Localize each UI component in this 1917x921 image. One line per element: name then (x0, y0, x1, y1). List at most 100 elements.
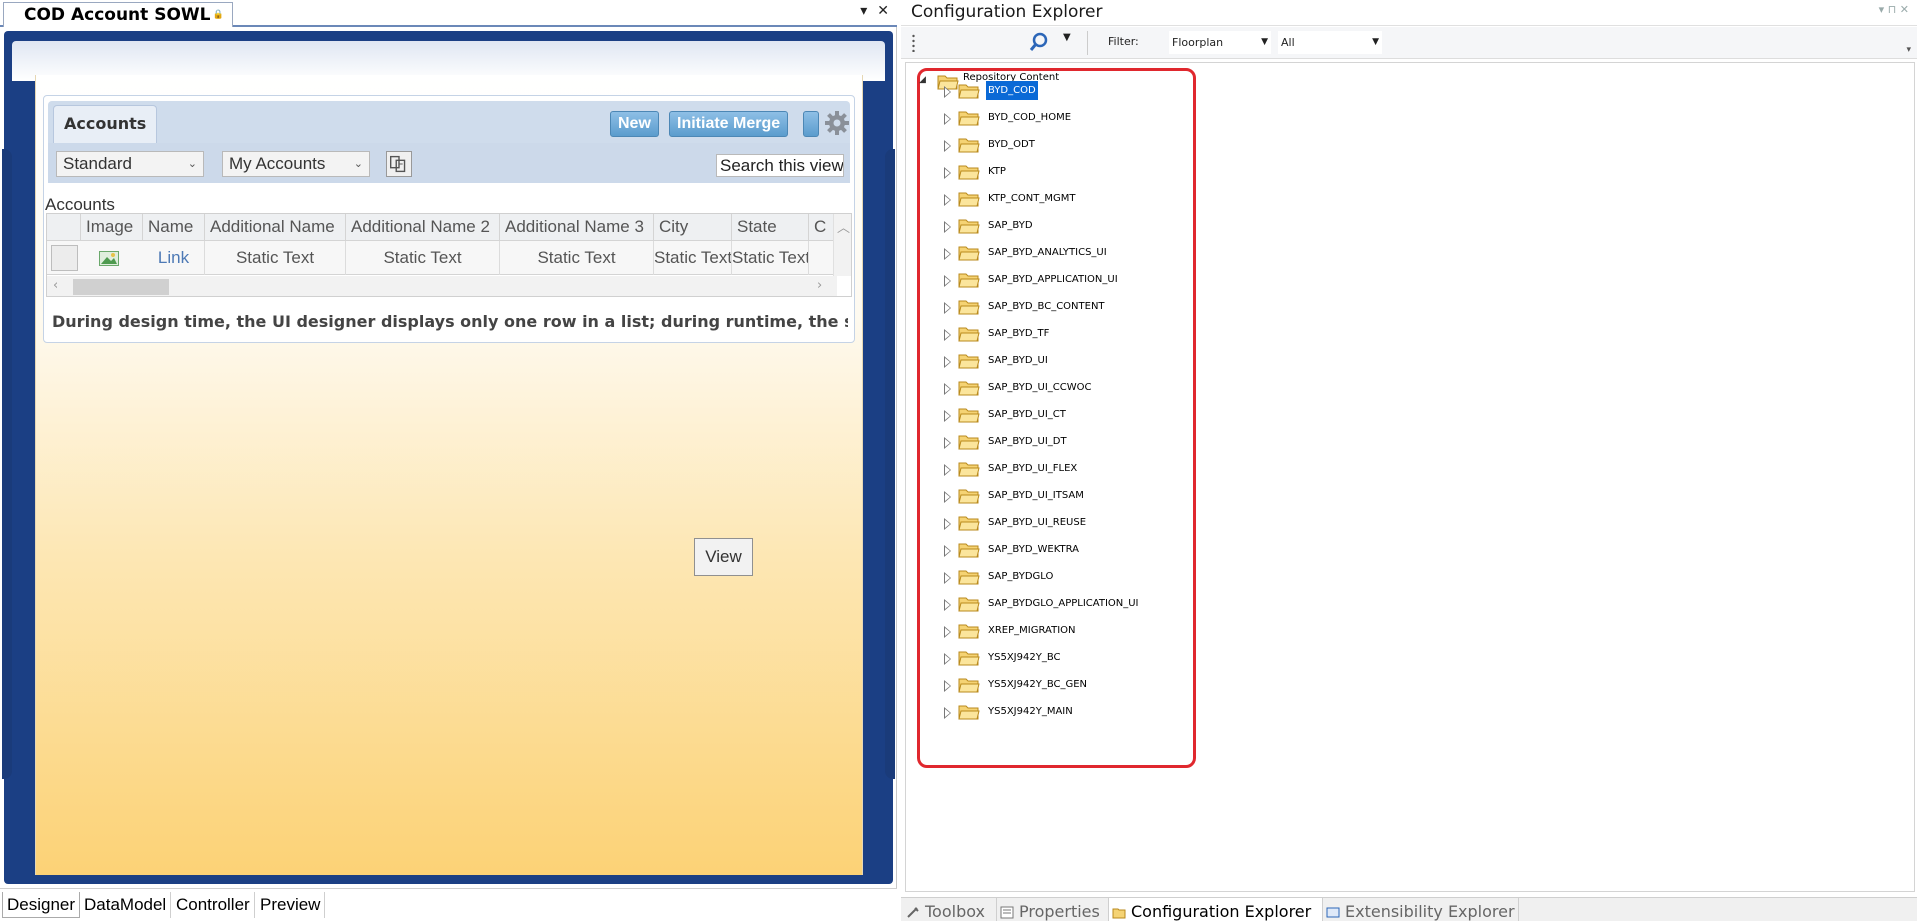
scroll-left-icon[interactable]: ‹ (53, 278, 58, 293)
expand-triangle-icon[interactable] (944, 599, 951, 611)
tree-node-label: BYD_COD (986, 81, 1038, 100)
close-tab-button[interactable]: ✕ (877, 3, 889, 19)
expand-triangle-icon[interactable] (944, 491, 951, 503)
column-header[interactable]: C (809, 214, 835, 241)
document-tab-strip: COD Account SOWL 🔒 ▾ ✕ (0, 0, 897, 27)
expand-triangle-icon[interactable] (944, 545, 951, 557)
filter-icon[interactable] (386, 151, 412, 177)
expand-triangle-icon[interactable] (944, 140, 951, 152)
column-header[interactable]: City (654, 214, 732, 241)
tree-node-label: SAP_BYDGLO (988, 571, 1054, 582)
expand-triangle-icon[interactable] (944, 572, 951, 584)
expand-triangle-icon[interactable] (944, 329, 951, 341)
expand-triangle-icon[interactable] (944, 518, 951, 530)
expand-triangle-icon[interactable] (944, 410, 951, 422)
query-select-value: My Accounts (229, 154, 326, 173)
tab-properties[interactable]: Properties (997, 898, 1109, 921)
tab-label: Extensibility Explorer (1345, 902, 1515, 921)
explorer-title: Configuration Explorer (911, 2, 1103, 22)
expand-triangle-icon[interactable] (944, 626, 951, 638)
tree-node-label: SAP_BYD_UI_DT (988, 436, 1067, 447)
document-tab[interactable]: COD Account SOWL 🔒 (3, 2, 233, 27)
accounts-panel: Accounts New Initiate Merge Standard ⌄ My… (43, 95, 855, 343)
column-header[interactable]: Additional Name 3 (500, 214, 654, 241)
tab-accounts[interactable]: Accounts (53, 105, 158, 143)
filter-type-select[interactable]: Floorplan ▼ (1169, 31, 1271, 54)
search-options-dropdown[interactable]: ▼ (1063, 32, 1071, 43)
image-icon (99, 251, 119, 266)
expand-triangle-icon[interactable] (944, 464, 951, 476)
expand-triangle-icon[interactable] (944, 275, 951, 287)
filter-scope-select[interactable]: All ▼ (1278, 31, 1382, 54)
expand-triangle-icon[interactable] (944, 194, 951, 206)
tab-controller[interactable]: Controller (172, 892, 255, 918)
tab-toolbox[interactable]: Toolbox (903, 898, 997, 921)
column-header[interactable]: Name (143, 214, 205, 241)
scroll-right-icon[interactable]: › (817, 278, 822, 293)
more-actions-button[interactable] (803, 111, 819, 137)
toolbar-overflow-icon[interactable]: ▾ (1906, 45, 1911, 55)
tree-node-label: SAP_BYD (988, 220, 1033, 231)
tab-configuration-explorer[interactable]: Configuration Explorer (1109, 898, 1323, 921)
tree-node-label: KTP (988, 166, 1006, 177)
expand-triangle-icon[interactable] (944, 383, 951, 395)
column-header[interactable]: Additional Name 2 (346, 214, 500, 241)
search-view-input[interactable]: Search this view (716, 154, 844, 177)
expand-triangle-icon[interactable] (944, 113, 951, 125)
filter-label: Filter: (1108, 35, 1139, 48)
tab-datamodel[interactable]: DataModel (80, 892, 172, 918)
toolbar-separator (1087, 31, 1088, 55)
configuration-explorer-pane: Configuration Explorer ▾ ⊓ ✕ ▼ Filter: F… (901, 0, 1917, 921)
frame-left-edge (2, 149, 12, 779)
filter-type-value: Floorplan (1172, 36, 1224, 49)
table-row[interactable]: Link Static Text Static Text Static Text… (47, 241, 851, 275)
query-select[interactable]: My Accounts ⌄ (222, 151, 370, 177)
initiate-merge-button[interactable]: Initiate Merge (669, 111, 789, 137)
folder-icon (958, 462, 980, 477)
expand-triangle-icon[interactable] (944, 356, 951, 368)
new-button[interactable]: New (610, 111, 659, 137)
expand-triangle-icon[interactable] (944, 437, 951, 449)
tab-preview[interactable]: Preview (256, 892, 326, 918)
expand-triangle-icon[interactable] (944, 86, 951, 98)
tree-search-input[interactable] (925, 32, 1017, 54)
properties-icon (1000, 906, 1014, 919)
tree-node-label: BYD_ODT (988, 139, 1035, 150)
tree-node-label: SAP_BYD_TF (988, 328, 1050, 339)
row-selector[interactable] (51, 245, 78, 271)
view-button[interactable]: View (694, 538, 753, 576)
expand-triangle-icon[interactable] (944, 167, 951, 179)
tab-extensibility-explorer[interactable]: Extensibility Explorer (1323, 898, 1519, 921)
column-header[interactable]: Additional Name (205, 214, 346, 241)
table-cell: Static Text (654, 241, 732, 275)
scroll-up-icon[interactable]: ︿ (837, 217, 850, 236)
expand-triangle-icon[interactable] (944, 653, 951, 665)
vertical-scrollbar[interactable]: ︿ (833, 214, 851, 276)
tree-node-label: SAP_BYD_BC_CONTENT (988, 301, 1105, 312)
horizontal-scrollbar[interactable]: ‹ › (47, 276, 837, 296)
scroll-thumb[interactable] (73, 279, 169, 295)
tab-designer[interactable]: Designer (2, 892, 81, 918)
expand-triangle-icon[interactable] (944, 248, 951, 260)
tab-label: Configuration Explorer (1131, 902, 1312, 921)
variant-select-value: Standard (63, 154, 132, 173)
toolbox-icon (907, 907, 919, 918)
grip-icon[interactable] (912, 34, 915, 52)
expand-triangle-icon[interactable] (944, 221, 951, 233)
tree-node-label: SAP_BYD_UI_CT (988, 409, 1066, 420)
collapse-icon[interactable]: ◢ (919, 75, 926, 85)
tree-node-label: SAP_BYD_UI_REUSE (988, 517, 1087, 528)
name-link[interactable]: Link (143, 241, 205, 275)
expand-triangle-icon[interactable] (944, 707, 951, 719)
expand-triangle-icon[interactable] (944, 680, 951, 692)
gear-icon[interactable] (824, 110, 850, 136)
tab-dropdown-button[interactable]: ▾ (860, 3, 867, 19)
column-header[interactable]: Image (81, 214, 143, 241)
chevron-down-icon: ⌄ (353, 158, 363, 170)
variant-select[interactable]: Standard ⌄ (56, 151, 204, 177)
column-header[interactable]: State (732, 214, 809, 241)
designer-bottom-tabs: Designer DataModel Controller Preview (0, 888, 897, 921)
search-icon[interactable] (1028, 31, 1050, 53)
window-controls[interactable]: ▾ ⊓ ✕ (1879, 3, 1909, 16)
expand-triangle-icon[interactable] (944, 302, 951, 314)
